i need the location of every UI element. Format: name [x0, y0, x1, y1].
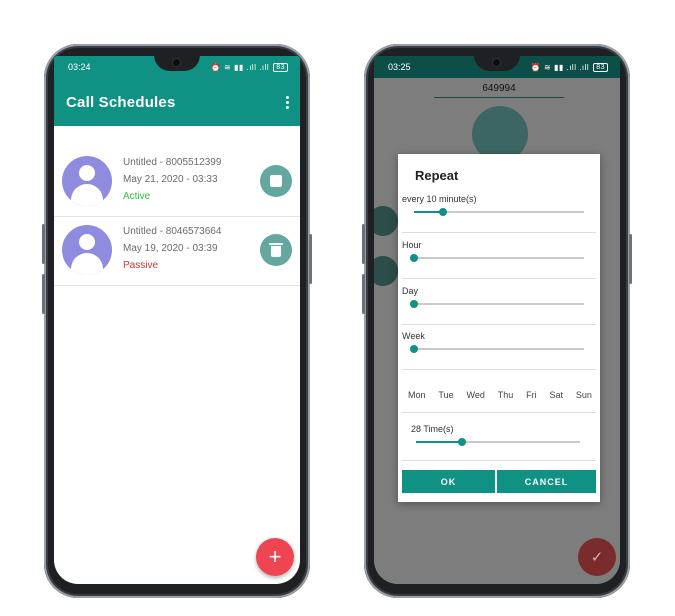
day-toggle-sat[interactable]: Sat: [550, 390, 564, 400]
schedule-row[interactable]: Untitled - 8005512399 May 21, 2020 - 03:…: [54, 148, 300, 217]
contact-avatar-icon: [62, 156, 112, 206]
times-section: 28 Time(s): [402, 424, 596, 461]
stop-button[interactable]: [260, 165, 292, 197]
day-label: Day: [402, 286, 419, 296]
delete-button[interactable]: [260, 234, 292, 266]
behind-button-icon: [374, 206, 398, 236]
minute-label: every 10 minute(s): [402, 194, 477, 204]
left-screen: 03:24 ⏰ ≋ ▮▮ .ıll .ıll 83 Call Schedules…: [54, 56, 300, 584]
day-toggle-mon[interactable]: Mon: [408, 390, 426, 400]
right-phone-frame: 03:25 ⏰ ≋ ▮▮ .ıll .ıll 83 649994 Repeat …: [362, 44, 632, 598]
hour-slider[interactable]: [410, 254, 584, 262]
day-slider[interactable]: [410, 300, 584, 308]
schedule-name: Untitled - 8046573664: [123, 226, 222, 237]
schedule-row[interactable]: Untitled - 8046573664 May 19, 2020 - 03:…: [54, 217, 300, 286]
schedule-date: May 21, 2020 - 03:33: [123, 174, 218, 185]
ok-button[interactable]: OK: [402, 470, 495, 493]
slider-thumb[interactable]: [410, 345, 418, 353]
status-icons: ⏰ ≋ ▮▮ .ıll .ıll 83: [210, 62, 288, 72]
left-phone-button: [42, 274, 45, 314]
behind-number: 649994: [434, 83, 564, 98]
day-toggle-sun[interactable]: Sun: [576, 390, 592, 400]
hour-label: Hour: [402, 240, 422, 250]
page-title: Call Schedules: [66, 93, 176, 111]
right-phone-button: [629, 234, 632, 284]
schedule-info: Untitled - 8046573664 May 19, 2020 - 03:…: [123, 223, 221, 274]
day-section: Day: [402, 286, 596, 325]
more-options-icon[interactable]: [284, 95, 290, 109]
day-toggle-fri[interactable]: Fri: [526, 390, 537, 400]
left-phone-button: [309, 234, 312, 284]
slider-thumb[interactable]: [438, 208, 447, 216]
battery-icon: 83: [593, 62, 608, 72]
right-phone-button: [362, 224, 365, 264]
left-phone-frame: 03:24 ⏰ ≋ ▮▮ .ıll .ıll 83 Call Schedules…: [42, 44, 312, 598]
battery-icon: 83: [273, 62, 288, 72]
day-toggle-wed[interactable]: Wed: [466, 390, 484, 400]
schedule-name: Untitled - 8005512399: [123, 157, 222, 168]
stop-icon: [270, 175, 282, 187]
status-time: 03:25: [388, 62, 411, 72]
right-phone-button: [362, 274, 365, 314]
slider-thumb[interactable]: [410, 300, 418, 308]
status-icons: ⏰ ≋ ▮▮ .ıll .ıll 83: [530, 62, 608, 72]
minute-slider[interactable]: [414, 208, 584, 216]
status-icon-group: ⏰ ≋ ▮▮ .ıll .ıll: [210, 62, 270, 72]
confirm-button[interactable]: ✓: [578, 538, 616, 576]
cancel-button[interactable]: CANCEL: [497, 470, 596, 493]
days-section: Mon Tue Wed Thu Fri Sat Sun: [402, 376, 596, 413]
repeat-dialog: Repeat every 10 minute(s) Hour Day Week …: [398, 154, 600, 502]
delete-icon: [269, 243, 283, 257]
weekday-selector: Mon Tue Wed Thu Fri Sat Sun: [408, 390, 592, 400]
day-toggle-thu[interactable]: Thu: [498, 390, 514, 400]
dialog-title: Repeat: [415, 168, 459, 183]
behind-button-icon: [374, 256, 398, 286]
status-time: 03:24: [68, 62, 91, 72]
schedule-status: Passive: [123, 260, 159, 271]
minute-section: every 10 minute(s): [402, 194, 596, 233]
times-slider[interactable]: [416, 438, 580, 446]
slider-thumb[interactable]: [457, 438, 466, 446]
status-icon-group: ⏰ ≋ ▮▮ .ıll .ıll: [530, 62, 590, 72]
schedule-status: Active: [123, 191, 151, 202]
slider-fill: [416, 441, 462, 443]
schedule-date: May 19, 2020 - 03:39: [123, 243, 218, 254]
week-section: Week: [402, 331, 596, 370]
day-toggle-tue[interactable]: Tue: [438, 390, 453, 400]
add-schedule-button[interactable]: +: [256, 538, 294, 576]
right-screen: 03:25 ⏰ ≋ ▮▮ .ıll .ıll 83 649994 Repeat …: [374, 56, 620, 584]
hour-section: Hour: [402, 240, 596, 279]
week-label: Week: [402, 331, 425, 341]
schedule-info: Untitled - 8005512399 May 21, 2020 - 03:…: [123, 154, 221, 205]
times-label: 28 Time(s): [411, 424, 454, 434]
app-bar: Call Schedules: [54, 78, 300, 126]
slider-thumb[interactable]: [410, 254, 418, 262]
left-phone-button: [42, 224, 45, 264]
week-slider[interactable]: [410, 345, 584, 353]
contact-avatar-icon: [62, 225, 112, 275]
